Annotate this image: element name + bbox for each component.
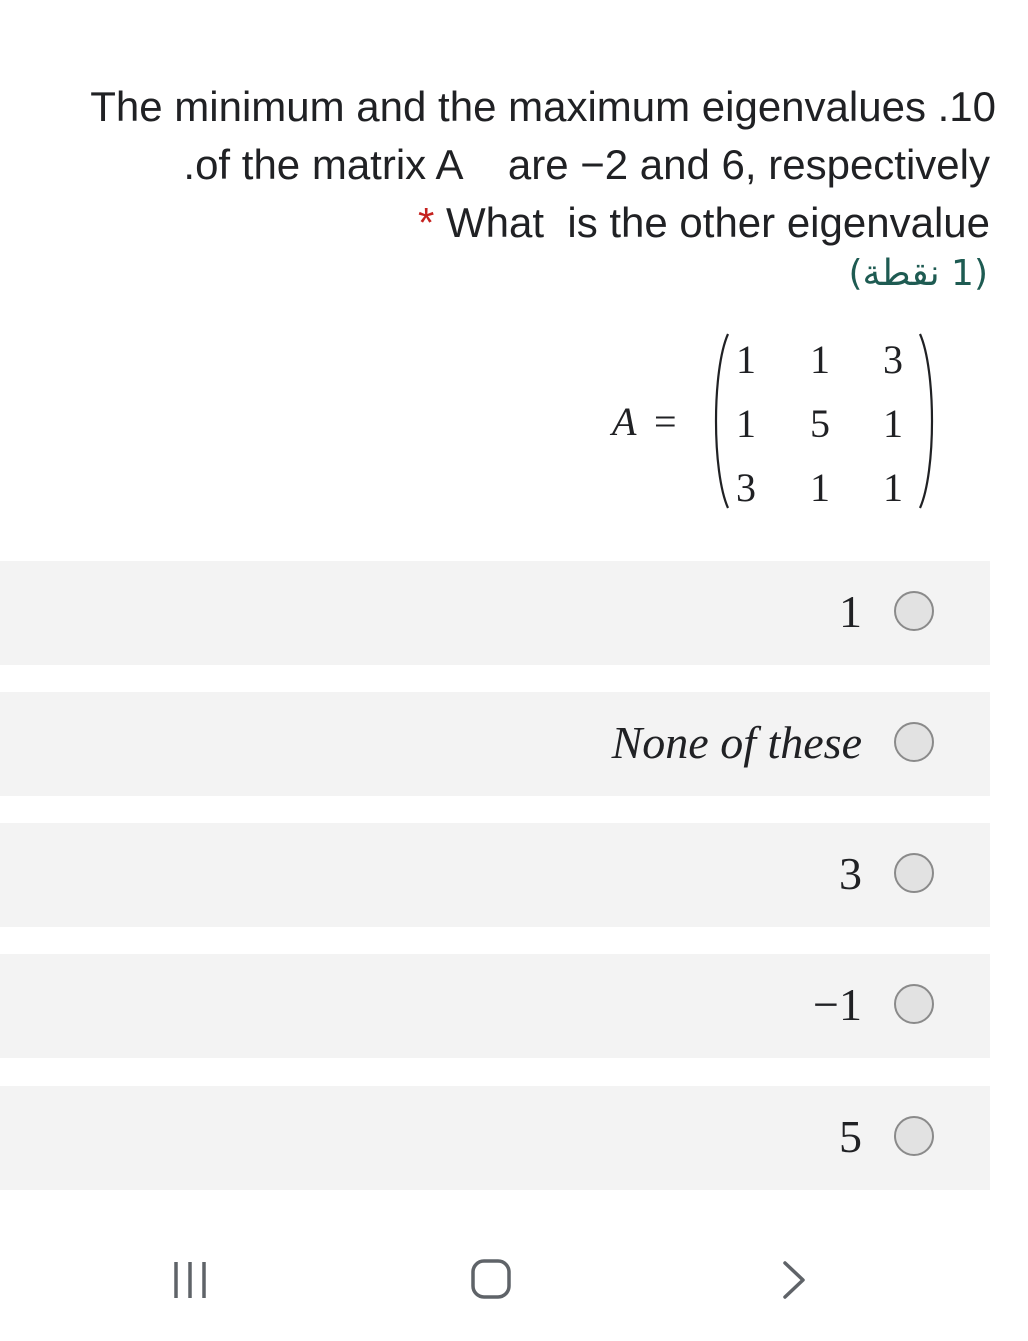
option-label: 3 (839, 848, 862, 899)
option-label: None of these (611, 717, 862, 768)
matrix-cell: 5 (810, 401, 830, 446)
matrix-cell: 1 (810, 337, 830, 382)
question-line-2: .of the matrix A are −2 and 6, respectiv… (183, 141, 990, 188)
question-line-3: * What is the other eigenvalue (10, 194, 990, 252)
matrix-cell: 1 (736, 337, 756, 382)
matrix-cell: 1 (810, 465, 830, 510)
matrix-cell: 3 (736, 465, 756, 510)
option-label: 5 (839, 1111, 862, 1162)
recent-apps-icon (174, 1262, 206, 1298)
recent-apps-button[interactable] (150, 1248, 230, 1312)
option-row-minus-1[interactable]: −1 (0, 954, 990, 1058)
question-title: The minimum and the maximum eigenvalues … (10, 78, 996, 252)
radio-button[interactable] (894, 984, 934, 1024)
system-navigation-bar (0, 1230, 1028, 1330)
radio-button[interactable] (894, 722, 934, 762)
option-row-1[interactable]: 1 (0, 561, 990, 665)
radio-button[interactable] (894, 853, 934, 893)
question-line-3-text: What is the other eigenvalue (446, 199, 990, 246)
matrix-cell: 1 (883, 401, 903, 446)
matrix-image: A = 1 1 3 1 5 1 3 1 1 (610, 330, 950, 520)
option-label: 1 (839, 586, 862, 637)
question-line-1: The minimum and the maximum eigenvalues … (90, 83, 996, 130)
option-row-3[interactable]: 3 (0, 823, 990, 927)
back-button[interactable] (752, 1248, 832, 1312)
matrix-cell: 3 (883, 337, 903, 382)
option-row-5[interactable]: 5 (0, 1086, 990, 1190)
option-label: −1 (813, 979, 862, 1030)
required-marker: * (417, 199, 435, 246)
radio-button[interactable] (894, 1116, 934, 1156)
radio-button[interactable] (894, 591, 934, 631)
matrix-cell: 1 (883, 465, 903, 510)
home-button[interactable] (450, 1248, 530, 1312)
option-row-none-of-these[interactable]: None of these (0, 692, 990, 796)
back-icon (783, 1261, 805, 1299)
matrix-right-paren (918, 333, 934, 509)
points-label: (1 نقطة) (848, 253, 988, 294)
matrix-equals-sign: = (654, 399, 677, 444)
matrix-cell: 1 (736, 401, 756, 446)
matrix-name: A (612, 399, 637, 444)
home-icon (471, 1259, 511, 1299)
